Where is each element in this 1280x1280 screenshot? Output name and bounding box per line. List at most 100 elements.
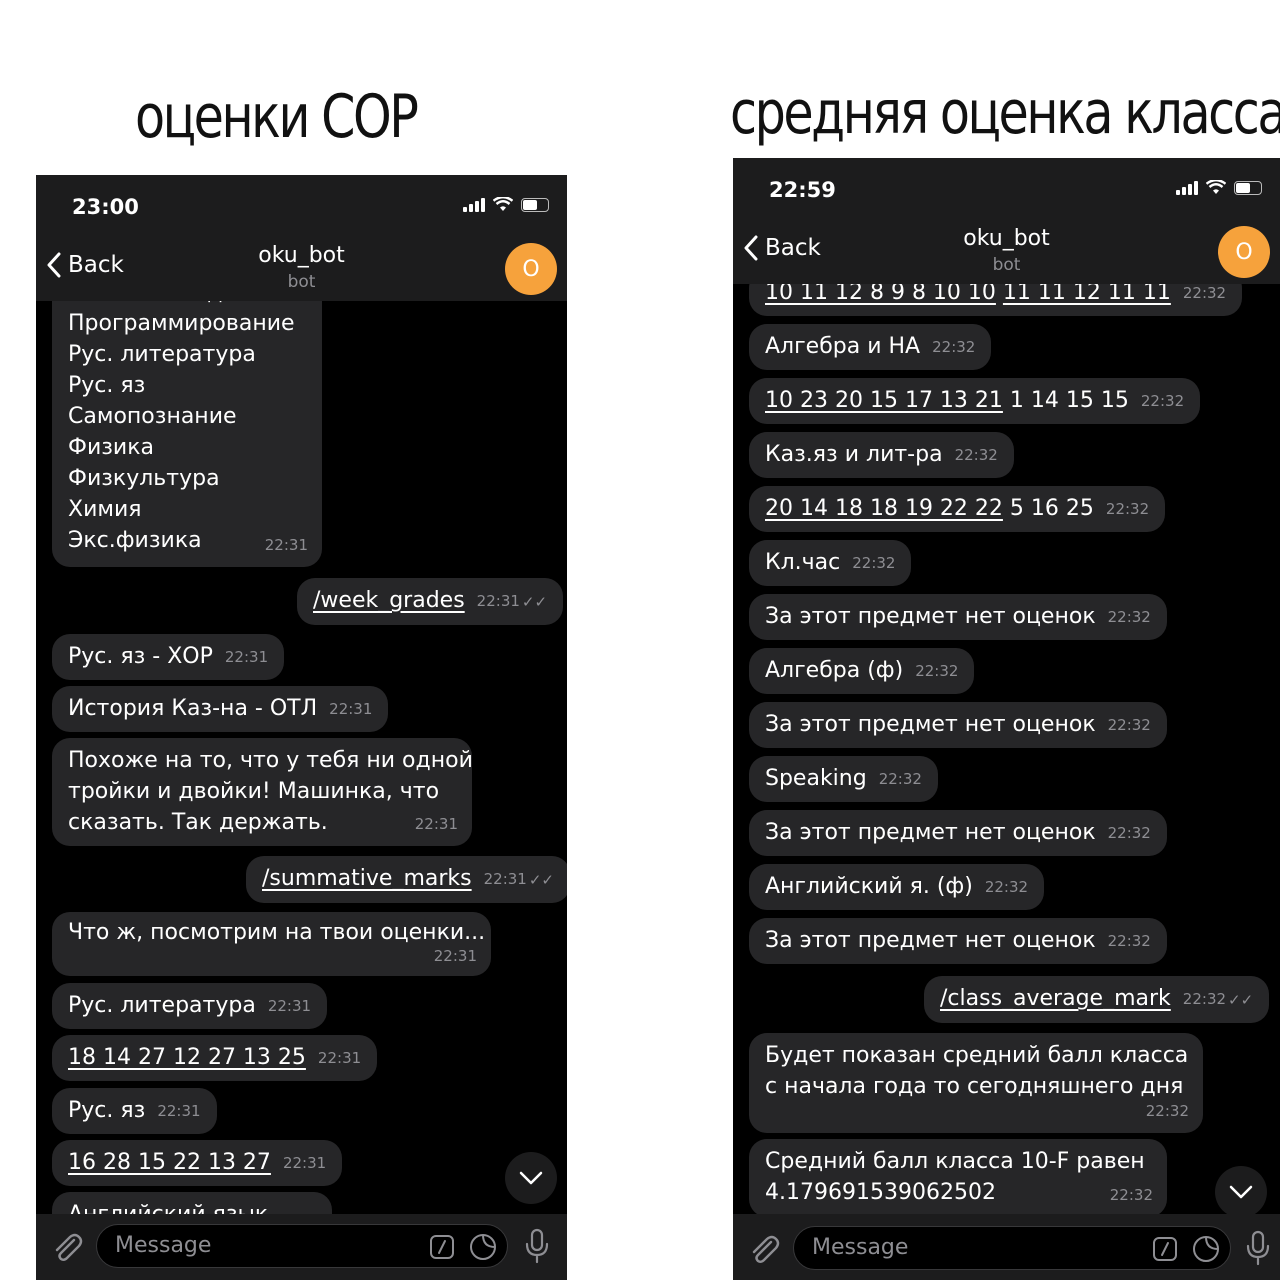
command-link[interactable]: /class_average_mark: [940, 986, 1171, 1011]
message-time: 22:32: [1140, 391, 1185, 410]
message-text: Что ж, посмотрим на твои оценки...: [68, 920, 486, 945]
microphone-icon[interactable]: [1243, 1230, 1273, 1266]
message-bubble: Каз.яз и лит-ра 22:32: [749, 432, 1014, 478]
message-bubble: Что ж, посмотрим на твои оценки... 22:31: [52, 912, 491, 976]
status-time: 23:00: [72, 195, 139, 219]
message-bubble: Нач.воен.подготовка Программирование Рус. …: [52, 301, 322, 567]
avatar[interactable]: O: [1218, 226, 1270, 278]
message-time: 22:32: [1107, 715, 1151, 734]
message-list[interactable]: Нач.воен.подготовка Программирование Рус. …: [36, 301, 567, 1216]
subject-list-item: Самопознание: [68, 404, 237, 429]
command-bubble[interactable]: /summative_marks 22:31 ✓✓: [246, 856, 567, 903]
input-bar: Message: [733, 1214, 1280, 1280]
sticker-icon[interactable]: [1192, 1235, 1220, 1263]
bot-command-icon[interactable]: [429, 1234, 455, 1260]
message-line: 4.179691539062502: [765, 1180, 996, 1205]
message-text: Алгебра и НА: [765, 334, 921, 359]
message-bubble: За этот предмет нет оценок 22:32: [749, 702, 1167, 748]
command-bubble[interactable]: /class_average_mark 22:32 ✓✓: [924, 976, 1270, 1023]
message-time: 22:32: [1182, 989, 1227, 1008]
paperclip-icon[interactable]: [50, 1230, 84, 1264]
message-text: Английский я. (ф): [765, 874, 973, 899]
paperclip-icon[interactable]: [747, 1232, 781, 1266]
chat-header: Back oku_bot bot O: [733, 220, 1280, 284]
message-line: Похоже на то, что у тебя ни одной: [68, 748, 473, 773]
subject-list-item: Нач.воен.подготовка: [68, 301, 313, 308]
grades-text-rest: 5 16 25: [1009, 496, 1094, 521]
message-list[interactable]: 10 11 12 8 9 8 10 10 11 11 12 11 11 22:32…: [733, 284, 1280, 1214]
message-text: За этот предмет нет оценок: [765, 604, 1096, 629]
scroll-down-button[interactable]: [505, 1152, 557, 1204]
bot-command-icon[interactable]: [1152, 1236, 1178, 1262]
left-heading: оценки СОР: [135, 82, 419, 152]
message-time: 22:31: [224, 647, 269, 666]
grades-text: 18 14 27 12 27 13 25: [68, 1045, 306, 1070]
right-phone-screen: 22:59 Back oku_bot bot O 10 11 12 8 9 8 …: [733, 158, 1280, 1280]
message-bubble: Будет показан средний балл класса с нача…: [749, 1033, 1203, 1133]
system-icons: [463, 197, 549, 212]
message-time: 22:32: [984, 877, 1029, 896]
microphone-icon[interactable]: [522, 1228, 552, 1264]
avatar[interactable]: O: [505, 243, 557, 295]
message-line: Будет показан средний балл класса: [765, 1043, 1189, 1068]
grades-text-rest: 1 14 15 15: [1009, 388, 1129, 413]
message-time: 22:32: [1107, 823, 1151, 842]
message-text: За этот предмет нет оценок: [765, 712, 1096, 737]
chat-subtitle: bot: [992, 255, 1021, 275]
message-time: 22:32: [1107, 931, 1151, 950]
message-time: 22:32: [1109, 1186, 1153, 1204]
status-bar: 22:59: [733, 158, 1280, 220]
message-text: Рус. яз: [68, 1098, 146, 1123]
message-bubble: За этот предмет нет оценок 22:32: [749, 810, 1167, 856]
grades-text: 10 23 20 15 17 13 21: [765, 388, 1003, 413]
subject-list-item: Физика: [68, 435, 155, 460]
chevron-down-icon: [1229, 1185, 1253, 1199]
left-phone-screen: 23:00 Back oku_bot bot O Нач.воен.подгот…: [36, 175, 567, 1280]
grades-text: 11 11 12 11 11: [1002, 284, 1171, 305]
chat-subtitle: bot: [287, 272, 316, 292]
status-bar: 23:00: [36, 175, 567, 237]
message-bubble: 16 28 15 22 13 27 22:31: [52, 1140, 343, 1186]
message-bubble: Рус. яз - ХОР 22:31: [52, 634, 285, 680]
message-bubble: 20 14 18 18 19 22 22 5 16 25 22:32: [749, 486, 1166, 532]
command-link[interactable]: /summative_marks: [262, 866, 472, 891]
wifi-icon: [493, 197, 513, 211]
message-time: 22:32: [1145, 1102, 1189, 1120]
message-time: 22:32: [1107, 607, 1151, 626]
input-placeholder: Message: [812, 1235, 909, 1260]
message-line: тройки и двойки! Машинка, что: [68, 779, 440, 804]
subject-list-item: Физкультура: [68, 466, 220, 491]
command-bubble[interactable]: /week_grades 22:31 ✓✓: [297, 578, 564, 625]
chat-title: oku_bot: [963, 226, 1050, 251]
message-time: 22:32: [954, 445, 998, 464]
battery-icon: [521, 198, 549, 212]
message-text: Алгебра (ф): [765, 658, 904, 683]
message-bubble: История Каз-на - ОТЛ 22:31: [52, 686, 389, 732]
message-bubble: За этот предмет нет оценок 22:32: [749, 594, 1167, 640]
message-input[interactable]: Message: [793, 1226, 1231, 1270]
message-bubble: Похоже на то, что у тебя ни одной тройки…: [52, 738, 473, 846]
message-text: Рус. литература: [68, 993, 256, 1018]
chat-header: Back oku_bot bot O: [36, 237, 567, 301]
scroll-down-button[interactable]: [1215, 1166, 1267, 1214]
message-text: Кл.час: [765, 550, 841, 575]
grades-text: 20 14 18 18 19 22 22: [765, 496, 1003, 521]
sticker-icon[interactable]: [469, 1233, 497, 1261]
chat-title: oku_bot: [258, 243, 345, 268]
message-time: 22:32: [932, 337, 976, 356]
message-input[interactable]: Message: [96, 1224, 508, 1268]
subject-list-item: Программирование: [68, 311, 295, 336]
message-text: Рус. яз - ХОР: [68, 644, 213, 669]
message-bubble: Рус. литература 22:31: [52, 983, 328, 1029]
message-time: 22:31: [264, 536, 308, 554]
message-bubble: Английский язык: [52, 1192, 332, 1216]
message-time: 22:31: [483, 869, 527, 888]
message-bubble: Алгебра (ф) 22:32: [749, 648, 975, 694]
input-bar: Message: [36, 1214, 567, 1280]
chevron-down-icon: [519, 1171, 543, 1185]
command-link[interactable]: /week_grades: [313, 588, 465, 613]
subject-list-item: Химия: [68, 497, 142, 522]
message-time: 22:31: [329, 699, 373, 718]
subject-list-item: Рус. литература: [68, 342, 256, 367]
message-line: сказать. Так держать.: [68, 810, 328, 835]
